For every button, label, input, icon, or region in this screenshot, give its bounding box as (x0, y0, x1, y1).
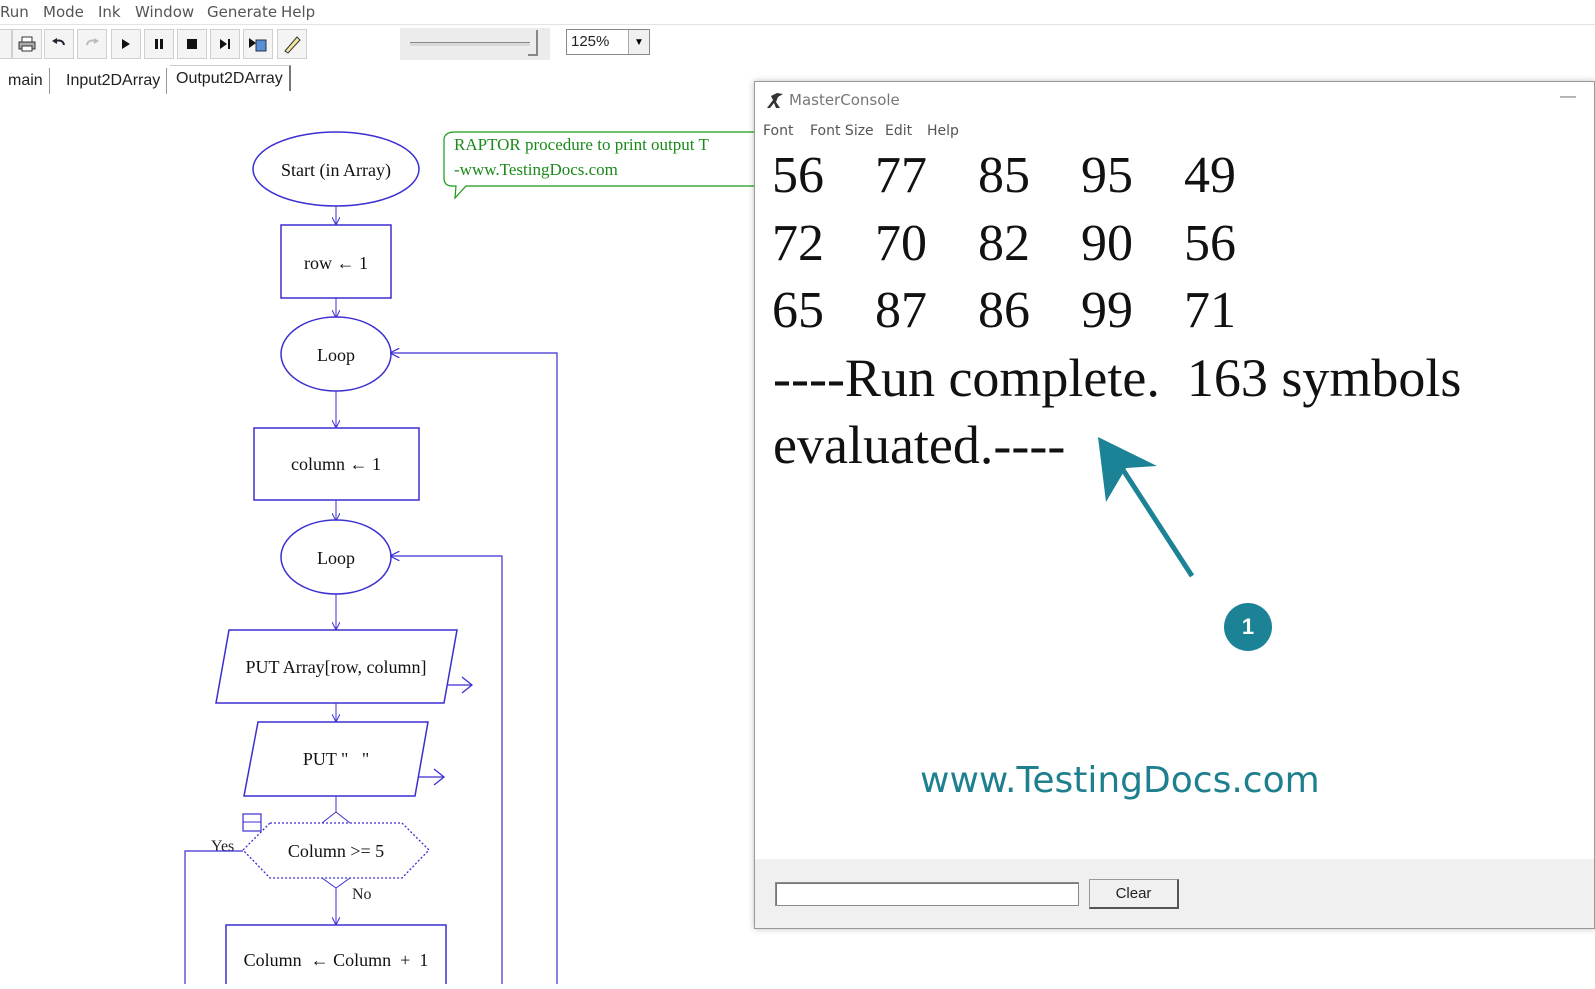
comment-text-line2: -www.TestingDocs.com (454, 160, 618, 179)
flowchart-canvas: RAPTOR procedure to print output T -www.… (0, 95, 761, 989)
chevron-down-icon[interactable]: ▼ (628, 30, 649, 54)
output-value: 86 (978, 282, 1030, 339)
redo-icon[interactable] (77, 29, 107, 59)
run-status-line1: ----Run complete. 163 symbols (773, 348, 1462, 408)
output-value: 72 (772, 215, 824, 272)
console-titlebar[interactable]: MasterConsole — (755, 82, 1594, 118)
console-menu-edit[interactable]: Edit (885, 123, 912, 139)
output-value: 77 (875, 147, 927, 204)
play-icon[interactable] (111, 29, 141, 59)
zoom-slider-track (410, 42, 530, 46)
console-output: 56 77 85 95 49 72 70 82 90 56 65 87 86 9… (755, 144, 1594, 859)
toolbar: 125% ▼ (0, 25, 1595, 65)
output-value: 87 (875, 282, 927, 339)
zoom-select[interactable]: 125% ▼ (566, 29, 650, 55)
menu-window[interactable]: Window (135, 3, 194, 21)
output-put-space[interactable]: PUT " " (243, 721, 446, 797)
console-menu-font[interactable]: Font (763, 123, 793, 139)
put-space-label: PUT " " (303, 749, 369, 769)
console-menu-font-size[interactable]: Font Size (810, 123, 874, 139)
put-array-label: PUT Array[row, column] (246, 657, 427, 677)
console-title: MasterConsole (789, 91, 900, 109)
decision-column-check[interactable]: Column >= 5 (242, 811, 430, 879)
loop-inner-label: Loop (317, 548, 355, 568)
console-menu-help[interactable]: Help (927, 123, 959, 139)
callout-badge: 1 (1224, 603, 1272, 651)
loop-outer-label: Loop (317, 345, 355, 365)
zoom-value: 125% (571, 33, 610, 50)
output-value: 99 (1081, 282, 1133, 339)
output-value: 65 (772, 282, 824, 339)
decision-label: Column >= 5 (288, 841, 384, 861)
test-server-icon[interactable] (243, 29, 273, 59)
loop-outer[interactable]: Loop (280, 316, 392, 392)
output-value: 56 (1184, 215, 1236, 272)
zoom-slider[interactable] (400, 28, 550, 60)
assign-column-box[interactable]: column ← 1 (253, 427, 420, 501)
tab-input2darray[interactable]: Input2DArray (60, 68, 168, 94)
output-value: 90 (1081, 215, 1133, 272)
assign-increment-box[interactable]: Column ← Column + 1 (225, 924, 447, 989)
menu-bar: Run Mode Ink Window Generate Help (0, 0, 1595, 25)
menu-generate[interactable]: Generate (207, 3, 277, 21)
menu-run[interactable]: Run (0, 3, 29, 21)
output-value: 49 (1184, 147, 1236, 204)
raptor-icon (767, 93, 783, 108)
output-put-array[interactable]: PUT Array[row, column] (215, 629, 474, 704)
pen-icon[interactable] (277, 29, 307, 59)
loop-inner[interactable]: Loop (280, 519, 392, 595)
undo-icon[interactable] (44, 29, 74, 59)
open-icon[interactable] (0, 29, 12, 59)
master-console-window: MasterConsole — Font Font Size Edit Help… (754, 81, 1595, 929)
run-status-line2: evaluated.---- (773, 415, 1066, 475)
watermark-text: www.TestingDocs.com (920, 760, 1320, 801)
output-value: 95 (1081, 147, 1133, 204)
pause-icon[interactable] (144, 29, 174, 59)
tab-main[interactable]: main (2, 68, 50, 94)
assign-column-label: column ← 1 (291, 454, 381, 474)
no-label: No (352, 886, 372, 903)
print-icon[interactable] (12, 29, 42, 59)
tab-output2darray[interactable]: Output2DArray (170, 65, 291, 91)
comment-bubble[interactable]: RAPTOR procedure to print output T -www.… (443, 131, 761, 200)
stop-icon[interactable] (177, 29, 207, 59)
start-oval[interactable]: Start (in Array) (252, 131, 420, 207)
assign-increment-label: Column ← Column + 1 (244, 950, 429, 970)
output-value: 85 (978, 147, 1030, 204)
console-menu-bar: Font Font Size Edit Help (755, 118, 1594, 145)
comment-text-line1: RAPTOR procedure to print output T (454, 135, 709, 154)
assign-row-label: row ← 1 (304, 253, 368, 273)
yes-label: Yes (211, 838, 234, 855)
start-label: Start (in Array) (281, 160, 391, 181)
output-value: 56 (772, 147, 824, 204)
clear-button[interactable]: Clear (1089, 879, 1179, 909)
minimize-icon[interactable]: — (1560, 88, 1576, 106)
menu-help[interactable]: Help (281, 3, 315, 21)
output-value: 82 (978, 215, 1030, 272)
step-icon[interactable] (210, 29, 240, 59)
console-input[interactable] (775, 882, 1079, 906)
output-value: 71 (1184, 282, 1236, 339)
menu-ink[interactable]: Ink (98, 3, 121, 21)
output-value: 70 (875, 215, 927, 272)
assign-row-box[interactable]: row ← 1 (280, 224, 392, 299)
tab-bar: main Input2DArray Output2DArray (0, 65, 760, 95)
menu-mode[interactable]: Mode (43, 3, 84, 21)
zoom-slider-thumb[interactable] (528, 30, 538, 56)
